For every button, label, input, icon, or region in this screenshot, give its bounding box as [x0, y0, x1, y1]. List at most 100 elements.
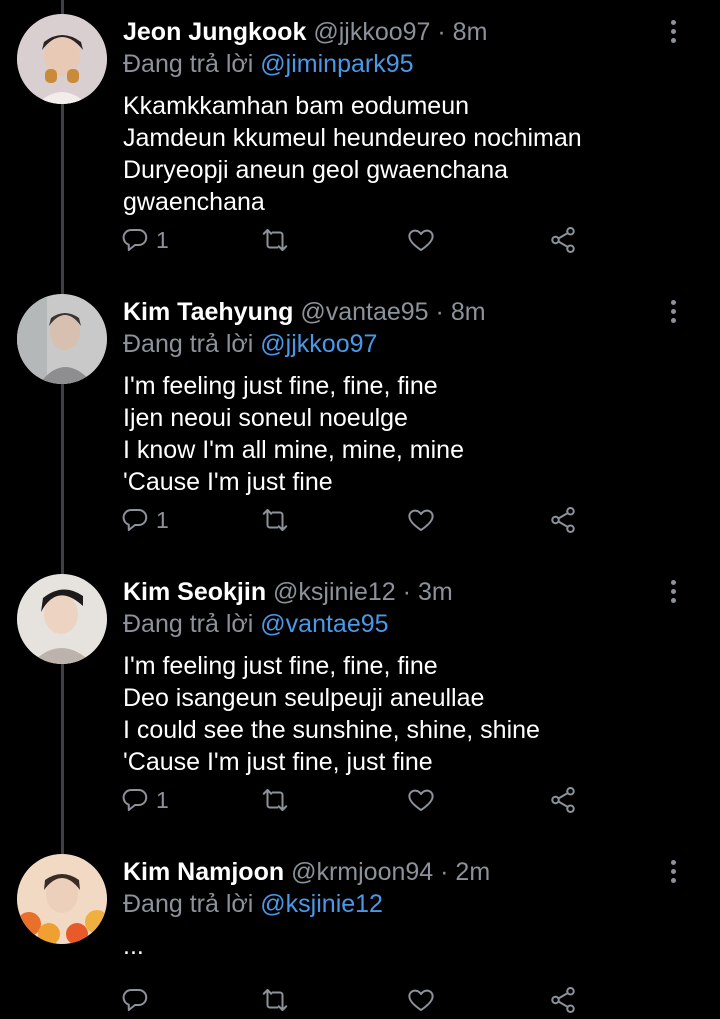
- like-button[interactable]: [406, 982, 436, 1018]
- tweet-text-line: Ijen neoui soneul noeulge: [123, 404, 408, 432]
- replying-to-label: Đang trả lời: [123, 610, 254, 638]
- share-button[interactable]: [548, 982, 578, 1018]
- share-icon: [551, 987, 575, 1013]
- tweet-text-line: Jamdeun kkumeul heundeureo nochiman: [123, 124, 582, 152]
- tweet-text-line: I could see the sunshine, shine, shine: [123, 716, 540, 744]
- username[interactable]: @jjkkoo97: [313, 18, 430, 46]
- retweet-icon: [262, 989, 288, 1011]
- more-options-icon[interactable]: [662, 20, 684, 50]
- retweet-icon: [262, 229, 288, 251]
- username[interactable]: @vantae95: [300, 298, 428, 326]
- share-icon: [551, 227, 575, 253]
- heart-icon: [408, 509, 434, 531]
- replying-to-label: Đang trả lời: [123, 890, 254, 918]
- tweet-text-line: Deo isangeun seulpeuji aneullae: [123, 684, 485, 712]
- tweet[interactable]: Kim Taehyung @vantae95 · 8m Đang trả lời…: [0, 280, 720, 560]
- replying-to: Đang trả lời @jiminpark95: [123, 48, 414, 80]
- tweet-text: Kkamkkamhan bam eodumeun Jamdeun kkumeul…: [123, 90, 582, 218]
- heart-icon: [408, 789, 434, 811]
- tweet-actions: 1: [120, 222, 600, 258]
- reply-button[interactable]: [120, 982, 156, 1018]
- retweet-button[interactable]: [260, 782, 290, 818]
- tweet-text-line: ...: [123, 932, 144, 960]
- reply-icon: [122, 508, 148, 531]
- tweet-text: I'm feeling just fine, fine, fine Deo is…: [123, 650, 540, 778]
- separator-dot: ·: [440, 858, 449, 886]
- share-button[interactable]: [548, 782, 578, 818]
- reply-count: 1: [156, 506, 169, 533]
- more-options-icon[interactable]: [662, 580, 684, 610]
- display-name[interactable]: Kim Seokjin: [123, 578, 266, 606]
- username[interactable]: @ksjinie12: [273, 578, 396, 606]
- timestamp[interactable]: 8m: [453, 18, 488, 46]
- tweet[interactable]: Kim Namjoon @krmjoon94 · 2m Đang trả lời…: [0, 840, 720, 1019]
- avatar[interactable]: [17, 294, 107, 384]
- tweet-text-line: Kkamkkamhan bam eodumeun: [123, 92, 470, 120]
- separator-dot: ·: [402, 578, 411, 606]
- display-name[interactable]: Kim Namjoon: [123, 858, 284, 886]
- tweet-header: Kim Namjoon @krmjoon94 · 2m: [123, 856, 490, 888]
- mention-link[interactable]: @ksjinie12: [260, 890, 383, 918]
- timestamp[interactable]: 3m: [418, 578, 453, 606]
- replying-to: Đang trả lời @jjkkoo97: [123, 328, 377, 360]
- share-button[interactable]: [548, 222, 578, 258]
- tweet-actions: 1: [120, 502, 600, 538]
- share-icon: [551, 787, 575, 813]
- avatar[interactable]: [17, 574, 107, 664]
- retweet-icon: [262, 509, 288, 531]
- like-button[interactable]: [406, 222, 436, 258]
- like-button[interactable]: [406, 502, 436, 538]
- replying-to-label: Đang trả lời: [123, 330, 254, 358]
- reply-button[interactable]: 1: [120, 502, 169, 538]
- mention-link[interactable]: @jjkkoo97: [260, 330, 377, 358]
- avatar[interactable]: [17, 854, 107, 944]
- share-icon: [551, 507, 575, 533]
- reply-icon: [122, 228, 148, 251]
- reply-icon: [122, 788, 148, 811]
- tweet-text-line: Duryeopji aneun geol gwaenchana: [123, 156, 509, 184]
- more-options-icon[interactable]: [662, 860, 684, 890]
- separator-dot: ·: [437, 18, 446, 46]
- mention-link[interactable]: @jiminpark95: [260, 50, 413, 78]
- tweet-header: Jeon Jungkook @jjkkoo97 · 8m: [123, 16, 487, 48]
- tweet-text-line: 'Cause I'm just fine: [123, 468, 333, 496]
- replying-to: Đang trả lời @vantae95: [123, 608, 389, 640]
- tweet-header: Kim Seokjin @ksjinie12 · 3m: [123, 576, 453, 608]
- retweet-button[interactable]: [260, 982, 290, 1018]
- reply-count: 1: [156, 226, 169, 253]
- heart-icon: [408, 989, 434, 1011]
- mention-link[interactable]: @vantae95: [260, 610, 388, 638]
- display-name[interactable]: Jeon Jungkook: [123, 18, 306, 46]
- replying-to-label: Đang trả lời: [123, 50, 254, 78]
- timestamp[interactable]: 2m: [455, 858, 490, 886]
- tweet-text: ...: [123, 930, 144, 962]
- reply-button[interactable]: 1: [120, 222, 169, 258]
- tweet[interactable]: Kim Seokjin @ksjinie12 · 3m Đang trả lời…: [0, 560, 720, 840]
- tweet-text-line: 'Cause I'm just fine, just fine: [123, 748, 433, 776]
- tweet-text: I'm feeling just fine, fine, fine Ijen n…: [123, 370, 464, 498]
- retweet-button[interactable]: [260, 502, 290, 538]
- like-button[interactable]: [406, 782, 436, 818]
- tweet-text-line: I'm feeling just fine, fine, fine: [123, 372, 438, 400]
- tweet-actions: 1: [120, 782, 600, 818]
- more-options-icon[interactable]: [662, 300, 684, 330]
- reply-count: 1: [156, 786, 169, 813]
- tweet-text-line: I'm feeling just fine, fine, fine: [123, 652, 438, 680]
- tweet-actions: [120, 982, 600, 1018]
- reply-button[interactable]: 1: [120, 782, 169, 818]
- timestamp[interactable]: 8m: [451, 298, 486, 326]
- share-button[interactable]: [548, 502, 578, 538]
- display-name[interactable]: Kim Taehyung: [123, 298, 293, 326]
- retweet-icon: [262, 789, 288, 811]
- avatar[interactable]: [17, 14, 107, 104]
- tweet-text-line: I know I'm all mine, mine, mine: [123, 436, 464, 464]
- heart-icon: [408, 229, 434, 251]
- separator-dot: ·: [435, 298, 444, 326]
- username[interactable]: @krmjoon94: [291, 858, 433, 886]
- tweet-text-line: gwaenchana: [123, 188, 265, 216]
- replying-to: Đang trả lời @ksjinie12: [123, 888, 383, 920]
- tweet[interactable]: Jeon Jungkook @jjkkoo97 · 8m Đang trả lờ…: [0, 0, 720, 280]
- tweet-header: Kim Taehyung @vantae95 · 8m: [123, 296, 486, 328]
- reply-icon: [122, 988, 148, 1011]
- retweet-button[interactable]: [260, 222, 290, 258]
